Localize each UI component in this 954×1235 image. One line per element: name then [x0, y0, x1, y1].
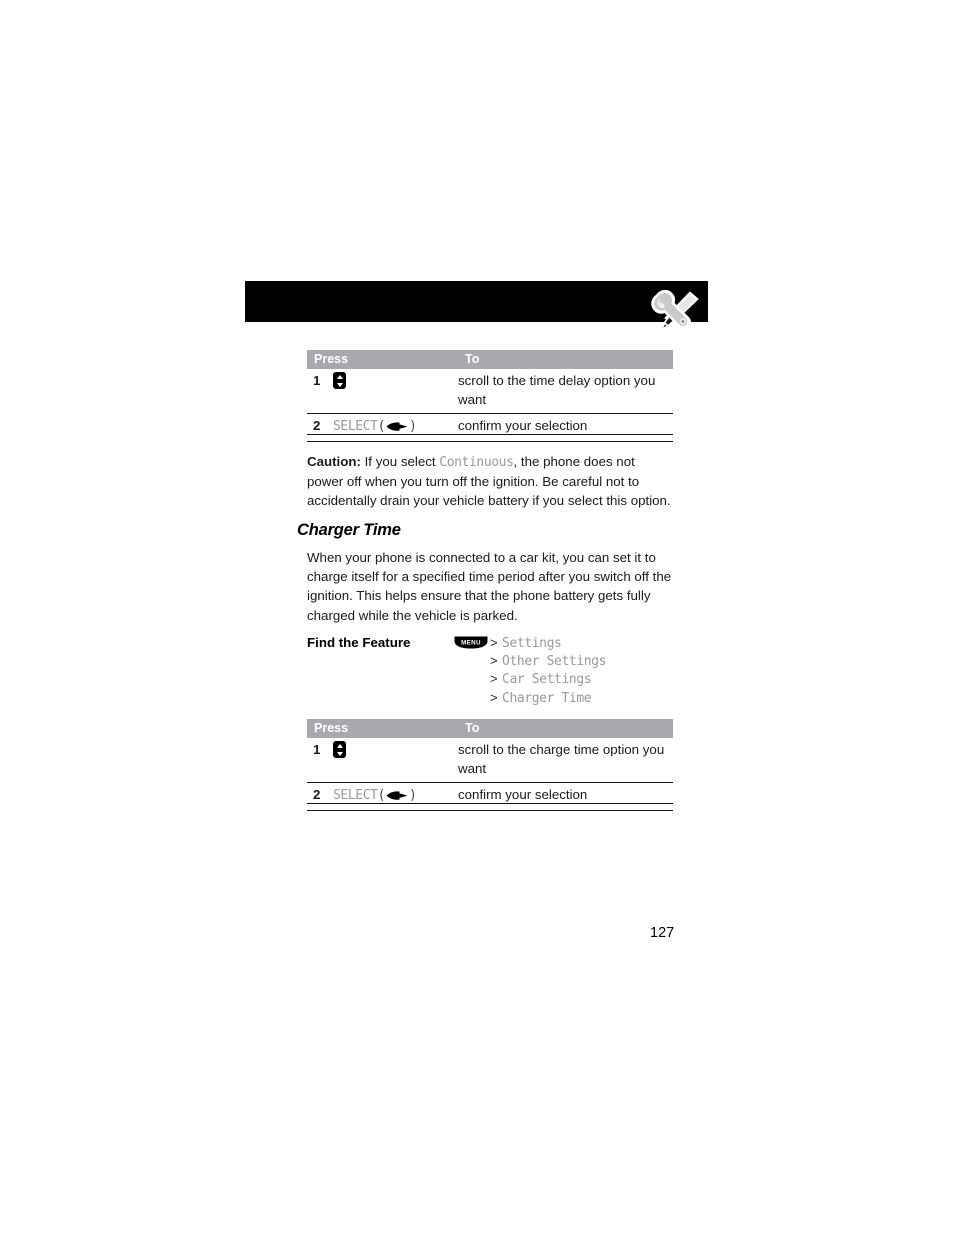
step-description: scroll to the time delay option you want [458, 369, 673, 414]
step-key-cell [333, 369, 458, 414]
step-number: 2 [307, 782, 333, 811]
column-header-to: To [458, 350, 673, 369]
path-separator: > [490, 635, 498, 650]
column-header-press: Press [307, 719, 458, 738]
menu-path-label: Car Settings [502, 672, 592, 688]
page-header-band [245, 281, 708, 322]
table-one-bottom-rule [307, 434, 673, 435]
menu-path-item: > Car Settings [490, 670, 606, 688]
softkey-label: SELECT [333, 788, 378, 803]
step-key-cell: SELECT() [333, 413, 458, 442]
select-arrow-icon [386, 422, 408, 431]
menu-key-label: MENU [461, 639, 481, 646]
table-row: 1 scroll to the charge time option you w… [307, 738, 673, 783]
paren-close: ) [409, 788, 417, 803]
paren-open: ( [377, 788, 386, 803]
table-header-row: Press To [307, 350, 673, 369]
select-arrow-icon [386, 791, 408, 800]
paren-open: ( [377, 419, 386, 434]
find-the-feature-path: > Settings > Other Settings > Car Settin… [490, 634, 606, 707]
softkey-label: SELECT [333, 419, 378, 434]
menu-path-label: Charger Time [502, 690, 592, 706]
page-number: 127 [650, 925, 675, 941]
paren-close: ) [409, 419, 417, 434]
menu-path-item: > Charger Time [490, 689, 606, 707]
table-row: 1 scroll to the time delay option you wa… [307, 369, 673, 414]
menu-path-item: > Settings [490, 634, 606, 652]
table-row: 2 SELECT() confirm your selection [307, 413, 673, 442]
menu-path-item: > Other Settings [490, 652, 606, 670]
step-description: scroll to the charge time option you wan… [458, 738, 673, 783]
path-separator: > [490, 689, 498, 705]
table-row: 2 SELECT() confirm your selection [307, 782, 673, 811]
step-description: confirm your selection [458, 413, 673, 442]
menu-path-label: Settings [502, 636, 562, 651]
scroll-key-icon [333, 372, 346, 389]
column-header-press: Press [307, 350, 458, 369]
find-the-feature-label: Find the Feature [307, 635, 411, 650]
caution-lcd-term: Continuous [439, 455, 514, 470]
table-header-row: Press To [307, 719, 673, 738]
press-to-table-one: Press To 1 scroll to the time delay opti… [307, 350, 673, 442]
wrench-screwdriver-icon [645, 289, 701, 337]
section-body-paragraph: When your phone is connected to a car ki… [307, 550, 672, 623]
section-heading-charger-time: Charger Time [297, 521, 401, 539]
step-description: confirm your selection [458, 782, 673, 811]
menu-key-icon: MENU [453, 635, 489, 655]
table-two-bottom-rule [307, 803, 673, 804]
caution-paragraph: Caution: If you select Continuous, the p… [307, 452, 673, 511]
column-header-to: To [458, 719, 673, 738]
caution-text-before: If you select [360, 454, 440, 469]
step-key-cell [333, 738, 458, 783]
press-to-table-two: Press To 1 scroll to the charge time opt… [307, 719, 673, 811]
path-separator: > [490, 671, 498, 687]
scroll-key-icon [333, 741, 346, 758]
step-number: 1 [307, 369, 333, 414]
page-title: Adjusting Your Settings [622, 9, 848, 31]
menu-path-label: Other Settings [502, 654, 607, 670]
step-key-cell: SELECT() [333, 782, 458, 811]
step-number: 2 [307, 413, 333, 442]
step-number: 1 [307, 738, 333, 783]
path-separator: > [490, 653, 498, 669]
caution-label: Caution: [307, 454, 361, 469]
